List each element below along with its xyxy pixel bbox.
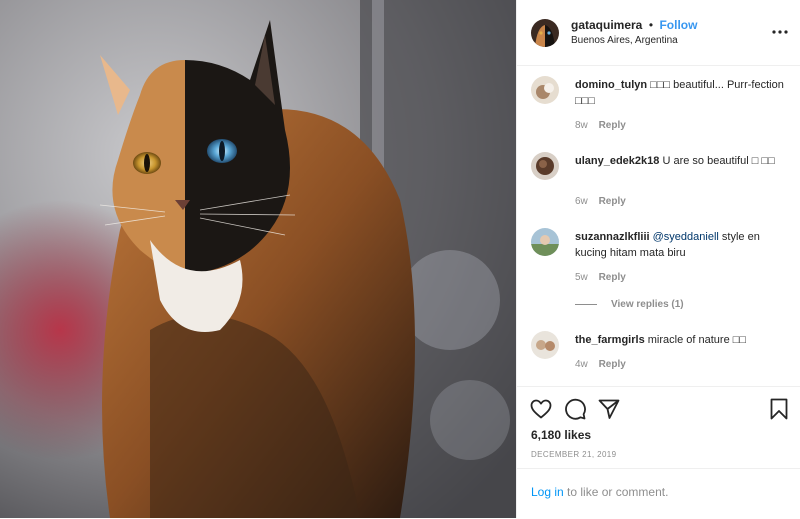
post-location[interactable]: Buenos Aires, Argentina: [571, 33, 697, 48]
author-avatar[interactable]: [531, 18, 559, 47]
login-bar: Log in to like or comment.: [517, 468, 800, 519]
author-avatar-image: [531, 18, 559, 47]
commenter-avatar[interactable]: [531, 228, 559, 256]
comment-text-block: the_farmgirls miracle of nature □□: [575, 332, 785, 348]
comment-username[interactable]: suzannazlkfliii: [575, 231, 650, 243]
login-rest-text: to like or comment.: [563, 485, 669, 499]
commenter-avatar[interactable]: [531, 76, 559, 104]
view-replies-label: View replies (1): [611, 299, 684, 310]
comment-username[interactable]: domino_tulyn: [575, 79, 647, 91]
comment-age[interactable]: 6w: [575, 196, 588, 207]
login-prompt: Log in to like or comment.: [531, 485, 668, 499]
post-header: gataquimera • Follow Buenos Aires, Argen…: [517, 0, 800, 66]
comment-icon[interactable]: [563, 397, 587, 421]
separator-dot: •: [648, 18, 654, 32]
follow-button[interactable]: Follow: [659, 18, 697, 32]
comment-meta: 8w Reply: [575, 120, 626, 131]
comment-username[interactable]: the_farmgirls: [575, 334, 645, 346]
reply-button[interactable]: Reply: [599, 359, 626, 370]
commenter-avatar[interactable]: [531, 331, 559, 359]
author-username[interactable]: gataquimera: [571, 18, 642, 32]
action-icons-row: [529, 397, 791, 421]
comment-text-block: suzannazlkfliii @syeddaniell style en ku…: [575, 229, 785, 261]
comment-meta: 4w Reply: [575, 359, 626, 370]
comment-username[interactable]: ulany_edek2k18: [575, 155, 659, 167]
commenter-avatar[interactable]: [531, 152, 559, 180]
share-icon[interactable]: [597, 397, 621, 421]
comment-age[interactable]: 4w: [575, 359, 588, 370]
reply-button[interactable]: Reply: [599, 196, 626, 207]
post-sidebar: gataquimera • Follow Buenos Aires, Argen…: [516, 0, 800, 518]
comment-meta: 6w Reply: [575, 196, 626, 207]
post-date[interactable]: DECEMBER 21, 2019: [531, 450, 617, 459]
cat-photo-image: [0, 0, 516, 518]
instagram-post: gataquimera • Follow Buenos Aires, Argen…: [0, 0, 800, 518]
comment-text: U are so beautiful □ □□: [662, 155, 775, 167]
comment-text: miracle of nature □□: [647, 334, 747, 346]
reply-button[interactable]: Reply: [599, 272, 626, 283]
comments-list[interactable]: domino_tulyn □□□ beautiful... Purr-fecti…: [517, 66, 800, 386]
more-options-icon[interactable]: [770, 22, 790, 42]
actions-section: 6,180 likes DECEMBER 21, 2019 Log in to …: [517, 386, 800, 518]
comment-age[interactable]: 5w: [575, 272, 588, 283]
header-text: gataquimera • Follow Buenos Aires, Argen…: [571, 17, 697, 48]
comment-text-block: ulany_edek2k18 U are so beautiful □ □□: [575, 153, 785, 169]
comment-meta: 5w Reply: [575, 272, 626, 283]
mention-link[interactable]: @syeddaniell: [653, 231, 719, 243]
likes-count[interactable]: 6,180 likes: [531, 428, 591, 442]
reply-button[interactable]: Reply: [599, 120, 626, 131]
login-link[interactable]: Log in: [531, 485, 564, 499]
heart-icon[interactable]: [529, 397, 553, 421]
comment-text-block: domino_tulyn □□□ beautiful... Purr-fecti…: [575, 77, 785, 109]
bookmark-icon[interactable]: [767, 397, 791, 421]
replies-divider: [575, 304, 597, 305]
view-replies-button[interactable]: View replies (1): [575, 299, 684, 310]
post-photo[interactable]: [0, 0, 516, 518]
comment-age[interactable]: 8w: [575, 120, 588, 131]
